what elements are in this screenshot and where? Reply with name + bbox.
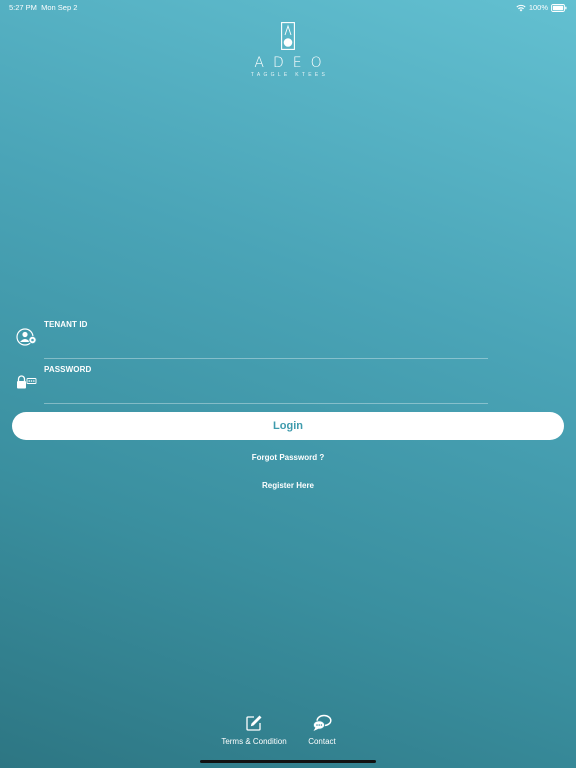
password-input[interactable]: [44, 379, 488, 397]
password-field: PASSWORD: [12, 365, 488, 405]
bottom-nav: Terms & Condition Contact: [0, 714, 576, 748]
status-bar: 5:27 PM Mon Sep 2 100%: [0, 0, 576, 14]
brand-logo: ADEO TAGGLE KTEES: [0, 22, 576, 78]
password-underline: [44, 403, 488, 404]
tenant-id-underline: [44, 358, 488, 359]
battery-icon: [551, 3, 567, 12]
home-indicator[interactable]: [200, 760, 376, 763]
wifi-icon: [516, 4, 526, 12]
terms-condition-label: Terms & Condition: [221, 737, 287, 746]
forgot-password-link[interactable]: Forgot Password ?: [0, 453, 576, 462]
status-date: Mon Sep 2: [41, 3, 78, 12]
terms-condition-button[interactable]: Terms & Condition: [220, 714, 288, 746]
login-button[interactable]: Login: [12, 412, 564, 440]
brand-tagline: TAGGLE KTEES: [250, 72, 329, 78]
register-link[interactable]: Register Here: [0, 481, 576, 490]
logo-mark-icon: [281, 22, 295, 50]
edit-document-icon: [245, 714, 263, 734]
tenant-user-icon: [16, 328, 38, 351]
lock-key-icon: [16, 375, 38, 394]
contact-chat-icon: [312, 714, 332, 734]
status-indicators: 100%: [516, 3, 567, 12]
contact-button[interactable]: Contact: [302, 714, 342, 746]
contact-label: Contact: [308, 737, 336, 746]
status-time: 5:27 PM Mon Sep 2: [9, 3, 77, 12]
tenant-id-input[interactable]: [44, 334, 488, 352]
brand-name: ADEO: [254, 55, 331, 71]
tenant-id-field: TENANT ID: [12, 320, 488, 360]
tenant-id-label: TENANT ID: [44, 320, 88, 329]
status-clock: 5:27 PM: [9, 3, 37, 12]
password-label: PASSWORD: [44, 365, 92, 374]
battery-percent: 100%: [528, 3, 548, 12]
